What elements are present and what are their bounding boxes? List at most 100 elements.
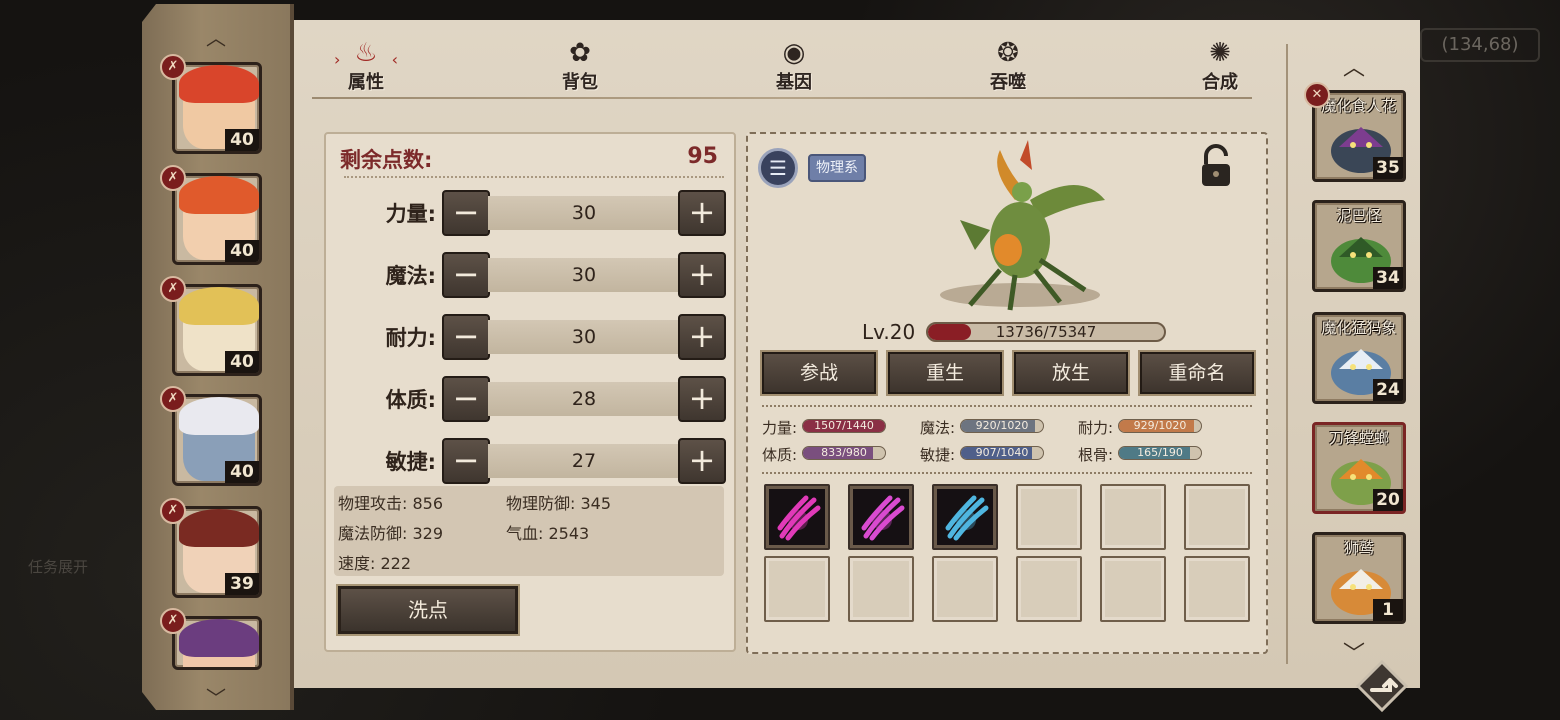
pet-list-item[interactable]: 狮鹫 1 [1312, 532, 1406, 624]
lock-icon[interactable] [1196, 144, 1236, 190]
increase-stat-button[interactable]: + [678, 376, 726, 422]
empty-skill-slot[interactable] [848, 556, 914, 622]
return-arrow-icon[interactable] [1350, 656, 1414, 716]
stat-value: 27 [488, 444, 680, 478]
join-battle-button[interactable]: 参战 [760, 350, 878, 396]
tab-0[interactable]: › ‹ ♨ 属性 [306, 30, 426, 102]
skill-slot[interactable] [932, 484, 998, 550]
hero-portrait[interactable]: 39 [172, 506, 262, 598]
hero-level-badge: 40 [225, 351, 259, 373]
hero-level-badge: 40 [225, 240, 259, 262]
aptitude-value: 1507/1440 [814, 419, 874, 432]
decrease-stat-button[interactable]: − [442, 252, 490, 298]
decrease-stat-button[interactable]: − [442, 376, 490, 422]
hero-portrait[interactable]: 40 [172, 62, 262, 154]
aptitude-item: 体质: 833/980 [762, 444, 892, 464]
reset-points-button[interactable]: 洗点 [336, 584, 520, 636]
portrait-badge-icon: ✗ [160, 54, 186, 80]
empty-skill-slot[interactable] [1100, 484, 1166, 550]
strip-up-arrow-icon[interactable]: ︿ [196, 28, 236, 48]
decrease-stat-button[interactable]: − [442, 438, 490, 484]
pet-list-item[interactable]: 魔化猛犸象 24 [1312, 312, 1406, 404]
hero-portrait[interactable]: 40 [172, 173, 262, 265]
decrease-stat-button[interactable]: − [442, 314, 490, 360]
aptitude-item: 魔法: 920/1020 [920, 417, 1050, 437]
rename-button[interactable]: 重命名 [1138, 350, 1256, 396]
aptitude-value: 907/1040 [975, 446, 1029, 459]
empty-skill-slot[interactable] [1184, 484, 1250, 550]
stat-value: 30 [488, 258, 680, 292]
points-divider [344, 176, 724, 178]
tab-2[interactable]: ◉ 基因 [734, 30, 854, 102]
tab-label: 基因 [776, 72, 812, 93]
physical-attack: 物理攻击: 856 [338, 494, 444, 513]
increase-stat-button[interactable]: + [678, 252, 726, 298]
aptitude-bar: 833/980 [802, 446, 886, 460]
rebirth-button[interactable]: 重生 [886, 350, 1004, 396]
tab-3[interactable]: ❂ 吞噬 [948, 30, 1068, 102]
skill-slot[interactable] [848, 484, 914, 550]
strip-down-arrow-icon[interactable]: ﹀ [196, 688, 236, 708]
release-button[interactable]: 放生 [1012, 350, 1130, 396]
gene-icon: ◉ [782, 38, 806, 68]
pet-level-badge: 24 [1373, 379, 1403, 401]
portrait-badge-icon: ✗ [160, 608, 186, 634]
tab-selected-left-marker: › [334, 50, 341, 69]
empty-skill-slot[interactable] [764, 556, 830, 622]
stat-value: 30 [488, 196, 680, 230]
close-badge-icon[interactable]: ✕ [1304, 82, 1330, 108]
stat-value: 28 [488, 382, 680, 416]
synthesis-icon: ✺ [1209, 38, 1231, 68]
empty-skill-slot[interactable] [1100, 556, 1166, 622]
hero-hair [179, 397, 259, 435]
hero-level-badge: 40 [225, 129, 259, 151]
aptitude-bar: 920/1020 [960, 419, 1044, 433]
derived-stats: 物理攻击: 856 物理防御: 345 魔法防御: 329 气血: 2543 速… [334, 486, 724, 576]
portrait-badge-icon: ✗ [160, 386, 186, 412]
menu-list-icon[interactable]: ☰ [758, 148, 798, 188]
hero-hair [179, 176, 259, 214]
pet-level: Lv.20 [862, 320, 916, 344]
pet-list-up-arrow-icon[interactable]: ︿ [1334, 50, 1374, 82]
frost-claw-skill-icon [945, 495, 989, 541]
increase-stat-button[interactable]: + [678, 438, 726, 484]
increase-stat-button[interactable]: + [678, 190, 726, 236]
empty-skill-slot[interactable] [1184, 556, 1250, 622]
tab-4[interactable]: ✺ 合成 [1160, 30, 1280, 102]
portrait-badge-icon: ✗ [160, 498, 186, 524]
skill-slot[interactable] [764, 484, 830, 550]
hero-level-badge: 39 [225, 573, 259, 595]
spike-skill-icon [861, 495, 905, 541]
tab-bar: › ‹ ♨ 属性 ✿ 背包 ◉ 基因 ❂ 吞噬 ✺ 合成 [294, 30, 1294, 102]
empty-skill-slot[interactable] [1016, 556, 1082, 622]
hero-portrait[interactable]: 40 [172, 284, 262, 376]
bag-icon: ✿ [569, 38, 591, 68]
pet-name: 刀锋螳螂 [1328, 429, 1389, 447]
stat-label: 敏捷: [385, 450, 436, 474]
pet-list-item[interactable]: 泥巴怪 34 [1312, 200, 1406, 292]
hero-portrait[interactable]: 40 [172, 394, 262, 486]
empty-skill-slot[interactable] [932, 556, 998, 622]
aptitude-value: 920/1020 [975, 419, 1029, 432]
decrease-stat-button[interactable]: − [442, 190, 490, 236]
hero-hair [179, 619, 259, 657]
aptitude-label: 魔法: [920, 419, 956, 437]
aptitude-item: 耐力: 929/1020 [1078, 417, 1208, 437]
pet-list-item[interactable]: 刀锋螳螂 20 [1312, 422, 1406, 514]
tab-1[interactable]: ✿ 背包 [520, 30, 640, 102]
increase-stat-button[interactable]: + [678, 314, 726, 360]
experience-text: 13736/75347 [995, 323, 1097, 341]
portrait-badge-icon: ✗ [160, 165, 186, 191]
aptitude-label: 根骨: [1078, 446, 1114, 464]
task-expand-label[interactable]: 任务展开 [28, 556, 88, 577]
aptitude-item: 力量: 1507/1440 [762, 417, 892, 437]
stat-label: 力量: [385, 202, 436, 226]
remaining-points-label: 剩余点数: [340, 148, 433, 172]
map-coordinates: (134,68) [1420, 28, 1540, 62]
stat-label: 体质: [385, 388, 436, 412]
empty-skill-slot[interactable] [1016, 484, 1082, 550]
tab-label: 吞噬 [990, 72, 1026, 93]
aptitude-bar: 929/1020 [1118, 419, 1202, 433]
mantis-pet-illustration [940, 140, 1105, 311]
pet-type-tag: 物理系 [808, 154, 866, 182]
